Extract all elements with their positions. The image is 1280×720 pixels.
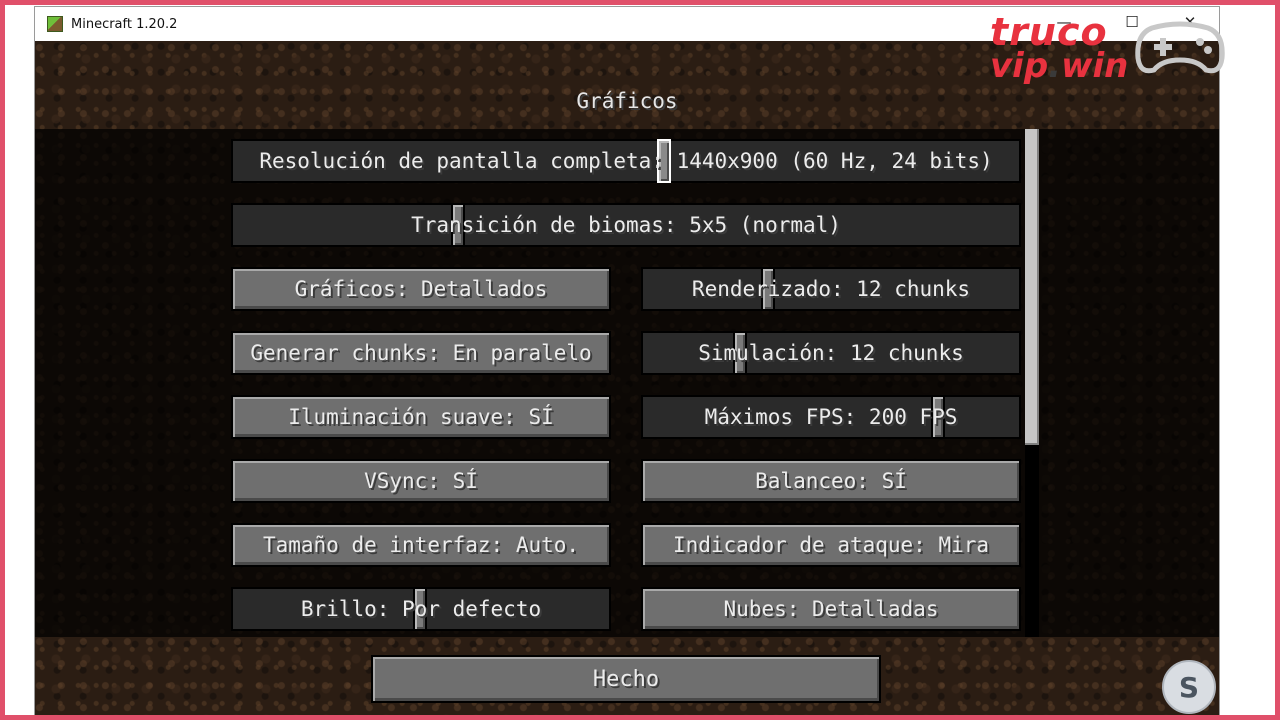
watermark-line2: vip.win xyxy=(990,49,1128,83)
slider-label: Máximos FPS: 200 FPS xyxy=(704,405,958,429)
slider-label: Renderizado: 12 chunks xyxy=(691,277,971,301)
game-viewport: Gráficos Resolución de pantalla completa… xyxy=(35,41,1219,715)
screen-title: Gráficos xyxy=(576,89,678,113)
watermark-win: win xyxy=(1061,46,1129,87)
gui-scale-button[interactable]: Tamaño de interfaz: Auto. xyxy=(231,523,611,567)
max-fps-slider[interactable]: Máximos FPS: 200 FPS xyxy=(641,395,1021,439)
minecraft-grass-block-icon xyxy=(47,16,63,32)
chunk-builder-button[interactable]: Generar chunks: En paralelo xyxy=(231,331,611,375)
render-distance-slider[interactable]: Renderizado: 12 chunks xyxy=(641,267,1021,311)
window-title: Minecraft 1.20.2 xyxy=(71,16,178,32)
watermark-logo: truco vip.win xyxy=(990,10,1128,83)
slider-label: Simulación: 12 chunks xyxy=(698,341,964,365)
done-button[interactable]: Hecho xyxy=(371,655,881,703)
slider-label: Resolución de pantalla completa: 1440x90… xyxy=(259,149,993,173)
slider-label: Transición de biomas: 5x5 (normal) xyxy=(411,213,841,237)
app-window: Minecraft 1.20.2 — ☐ ✕ Gráficos Resoluci… xyxy=(34,6,1220,716)
watermark-line1: truco xyxy=(990,10,1108,54)
graphics-mode-button[interactable]: Gráficos: Detallados xyxy=(231,267,611,311)
clouds-button[interactable]: Nubes: Detalladas xyxy=(641,587,1021,631)
fullscreen-resolution-slider[interactable]: Resolución de pantalla completa: 1440x90… xyxy=(231,139,1021,183)
watermark-vip: vip xyxy=(990,46,1049,87)
simulation-distance-slider[interactable]: Simulación: 12 chunks xyxy=(641,331,1021,375)
slider-label: Brillo: Por defecto xyxy=(300,597,542,621)
view-bobbing-button[interactable]: Balanceo: SÍ xyxy=(641,459,1021,503)
watermark-dot: . xyxy=(1048,46,1062,87)
smooth-lighting-button[interactable]: Iluminación suave: SÍ xyxy=(231,395,611,439)
brightness-slider[interactable]: Brillo: Por defecto xyxy=(231,587,611,631)
biome-blend-slider[interactable]: Transición de biomas: 5x5 (normal) xyxy=(231,203,1021,247)
scrollbar-thumb[interactable] xyxy=(1025,129,1039,445)
attack-indicator-button[interactable]: Indicador de ataque: Mira xyxy=(641,523,1021,567)
vsync-button[interactable]: VSync: SÍ xyxy=(231,459,611,503)
gamepad-icon xyxy=(1135,21,1225,74)
corner-logo-icon: S xyxy=(1162,660,1216,714)
